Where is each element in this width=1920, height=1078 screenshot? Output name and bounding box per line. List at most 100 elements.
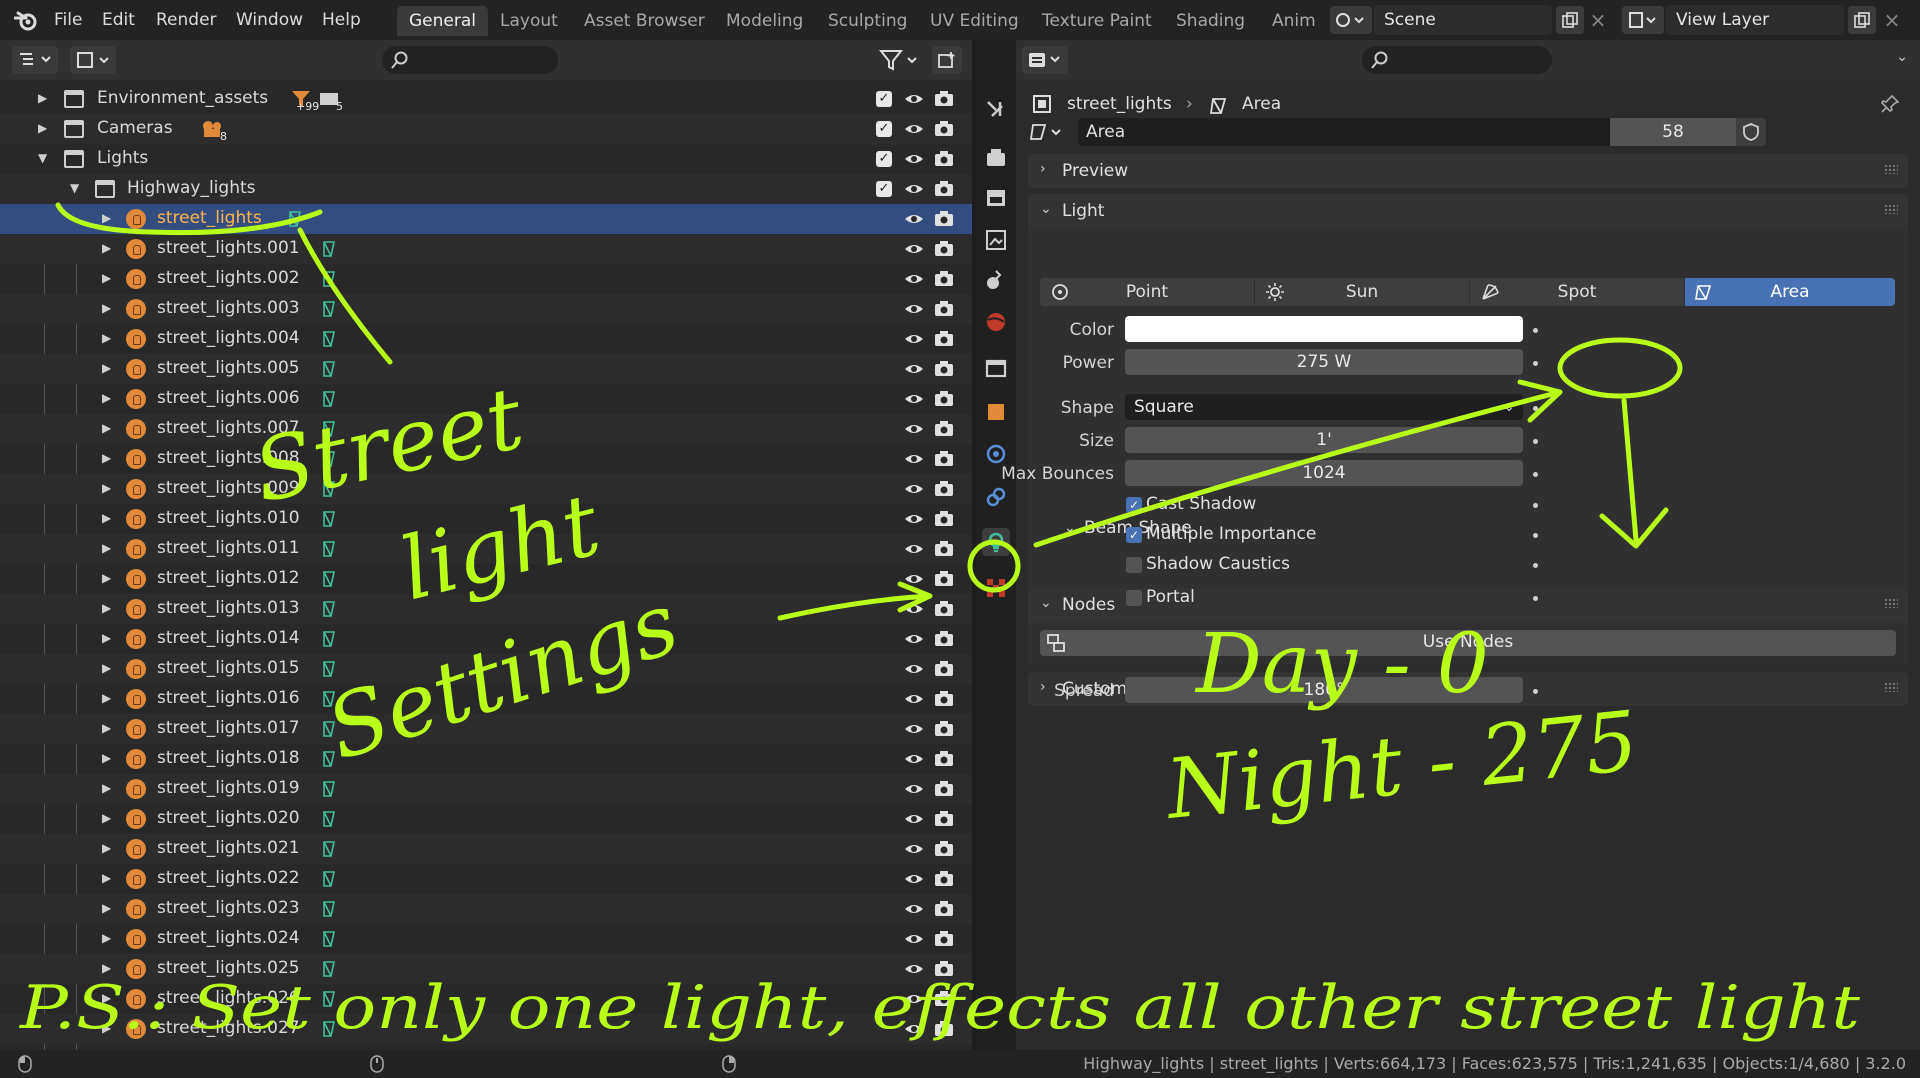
area-light-data-icon[interactable]	[322, 539, 340, 559]
chevron-down-icon[interactable]: ⌄	[1064, 520, 1076, 536]
expand-arrow-icon[interactable]: ▶	[102, 361, 111, 375]
light-object-row[interactable]: ▶ street_lights.010	[0, 504, 972, 534]
render-camera-icon[interactable]	[934, 120, 954, 138]
render-camera-icon[interactable]	[934, 510, 954, 528]
expand-arrow-icon[interactable]: ▶	[102, 391, 111, 405]
expand-arrow-icon[interactable]: ▶	[102, 631, 111, 645]
render-camera-icon[interactable]	[934, 600, 954, 618]
render-camera-icon[interactable]	[934, 870, 954, 888]
cast-shadow-checkbox[interactable]: ✓	[1126, 497, 1142, 513]
area-light-data-icon[interactable]	[288, 209, 306, 229]
light-object-row[interactable]: ▶ street_lights.008	[0, 444, 972, 474]
render-camera-icon[interactable]	[934, 750, 954, 768]
expand-arrow-icon[interactable]: ▶	[102, 781, 111, 795]
light-object-row[interactable]: ▶ street_lights.011	[0, 534, 972, 564]
area-light-data-icon[interactable]	[322, 749, 340, 769]
expand-arrow-icon[interactable]: ▶	[102, 571, 111, 585]
preview-panel-header[interactable]: › Preview	[1028, 154, 1908, 188]
render-camera-icon[interactable]	[934, 930, 954, 948]
expand-arrow-icon[interactable]: ▶	[102, 511, 111, 525]
light-browse-icon[interactable]	[1030, 120, 1074, 144]
render-camera-icon[interactable]	[934, 840, 954, 858]
visibility-eye-icon[interactable]	[904, 900, 924, 918]
menu-help[interactable]: Help	[322, 10, 361, 30]
drag-grip-icon[interactable]	[1884, 682, 1898, 692]
visibility-eye-icon[interactable]	[904, 150, 924, 168]
shadow-caustics-checkbox[interactable]	[1126, 557, 1142, 573]
area-light-data-icon[interactable]	[322, 839, 340, 859]
light-panel-header[interactable]: ⌄ Light	[1028, 194, 1908, 228]
light-object-row[interactable]: ▶ street_lights.004	[0, 324, 972, 354]
tool-tab-icon[interactable]	[982, 96, 1010, 124]
area-light-data-icon[interactable]	[322, 359, 340, 379]
area-light-data-icon[interactable]	[322, 929, 340, 949]
light-object-row[interactable]: ▶ street_lights.022	[0, 864, 972, 894]
visibility-eye-icon[interactable]	[904, 210, 924, 228]
render-camera-icon[interactable]	[934, 570, 954, 588]
tab-texture-paint[interactable]: Texture Paint	[1030, 6, 1164, 36]
area-light-data-icon[interactable]	[322, 599, 340, 619]
render-camera-icon[interactable]	[934, 270, 954, 288]
light-object-row[interactable]: ▶ street_lights.009	[0, 474, 972, 504]
render-camera-icon[interactable]	[934, 1020, 954, 1038]
area-light-data-icon[interactable]	[322, 779, 340, 799]
light-object-row[interactable]: ▶ street_lights.002	[0, 264, 972, 294]
collapse-arrow-icon[interactable]: ▼	[70, 181, 79, 195]
tab-animation[interactable]: Anim	[1260, 6, 1328, 36]
expand-arrow-icon[interactable]: ▶	[102, 961, 111, 975]
constraints-tab-icon[interactable]	[982, 484, 1010, 512]
output-tab-icon[interactable]	[982, 184, 1010, 212]
light-object-row[interactable]: ▶ street_lights.021	[0, 834, 972, 864]
light-object-row[interactable]: ▶ street_lights.027	[0, 1014, 972, 1044]
area-light-data-icon[interactable]	[322, 809, 340, 829]
visibility-eye-icon[interactable]	[904, 870, 924, 888]
view-layer-tab-icon[interactable]	[982, 226, 1010, 254]
visibility-eye-icon[interactable]	[904, 540, 924, 558]
new-collection-button[interactable]	[932, 46, 962, 74]
visibility-eye-icon[interactable]	[904, 720, 924, 738]
outliner-search-input[interactable]	[382, 46, 558, 74]
expand-arrow-icon[interactable]: ▶	[102, 751, 111, 765]
light-object-row[interactable]: ▶ street_lights.026	[0, 984, 972, 1014]
light-object-row[interactable]: ▶ street_lights.023	[0, 894, 972, 924]
properties-search-input[interactable]	[1362, 46, 1552, 74]
light-type-point-button[interactable]: Point	[1040, 278, 1254, 306]
view-layer-selector-button[interactable]	[1622, 6, 1664, 34]
light-object-row[interactable]: ▶ street_lights.016	[0, 684, 972, 714]
light-object-row[interactable]: ▶ street_lights.005	[0, 354, 972, 384]
expand-arrow-icon[interactable]: ▶	[102, 211, 111, 225]
delete-scene-icon[interactable]: ×	[1586, 8, 1610, 32]
light-object-row[interactable]: ▶ street_lights.018	[0, 744, 972, 774]
expand-arrow-icon[interactable]: ▶	[102, 601, 111, 615]
tab-sculpting[interactable]: Sculpting	[816, 6, 919, 36]
drag-grip-icon[interactable]	[1884, 204, 1898, 214]
shape-dropdown[interactable]: Square ⌄	[1125, 394, 1523, 420]
keyframe-dot-icon[interactable]	[1533, 361, 1538, 366]
light-object-row[interactable]: ▶ street_lights.001	[0, 234, 972, 264]
multiple-importance-checkbox[interactable]: ✓	[1126, 527, 1142, 543]
area-light-data-icon[interactable]	[322, 689, 340, 709]
tab-layout[interactable]: Layout	[488, 6, 570, 36]
visibility-eye-icon[interactable]	[904, 990, 924, 1008]
visibility-eye-icon[interactable]	[904, 660, 924, 678]
visibility-eye-icon[interactable]	[904, 960, 924, 978]
render-camera-icon[interactable]	[934, 900, 954, 918]
light-object-row[interactable]: ▶ street_lights.020	[0, 804, 972, 834]
keyframe-dot-icon[interactable]	[1533, 328, 1538, 333]
expand-arrow-icon[interactable]: ▶	[102, 481, 111, 495]
menu-window[interactable]: Window	[236, 10, 303, 30]
area-light-data-icon[interactable]	[322, 1019, 340, 1039]
area-light-data-icon[interactable]	[322, 329, 340, 349]
light-type-spot-button[interactable]: Spot	[1470, 278, 1684, 306]
keyframe-dot-icon[interactable]	[1533, 689, 1538, 694]
light-object-row[interactable]: ▶ street_lights.025	[0, 954, 972, 984]
menu-file[interactable]: File	[54, 10, 82, 30]
area-light-data-icon[interactable]	[322, 419, 340, 439]
render-camera-icon[interactable]	[934, 150, 954, 168]
area-light-data-icon[interactable]	[322, 239, 340, 259]
max-bounces-field[interactable]: 1024	[1125, 460, 1523, 486]
light-object-row[interactable]: ▶ street_lights.017	[0, 714, 972, 744]
visibility-eye-icon[interactable]	[904, 570, 924, 588]
collapse-arrow-icon[interactable]: ▼	[38, 151, 47, 165]
chevron-down-icon[interactable]: ⌄	[1896, 49, 1908, 65]
